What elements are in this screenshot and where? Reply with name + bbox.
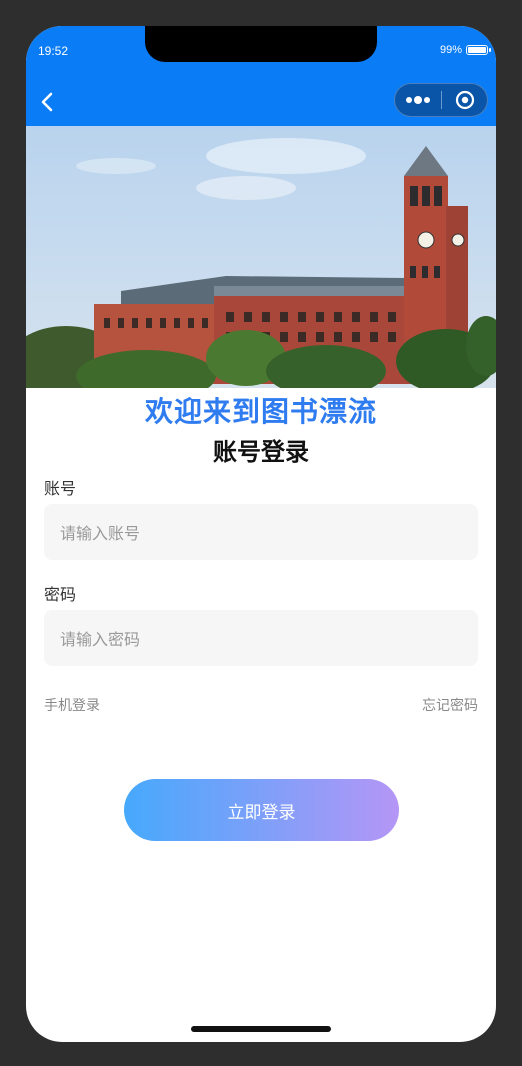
battery-percent: 99% (439, 44, 462, 56)
password-label: 密码 (44, 585, 77, 604)
forgot-password-link[interactable]: 忘记密码 (422, 695, 478, 715)
close-button[interactable] (442, 84, 487, 116)
chevron-left-icon[interactable] (36, 90, 60, 114)
more-dots-icon (406, 96, 430, 104)
home-indicator (191, 1026, 331, 1032)
password-input[interactable]: 请输入密码 (44, 610, 478, 666)
battery-indicator: 99% (439, 44, 491, 56)
phone-login-link[interactable]: 手机登录 (44, 695, 100, 715)
campus-building-illustration (26, 138, 496, 388)
account-input[interactable]: 请输入账号 (44, 504, 478, 560)
target-close-icon (455, 90, 474, 110)
more-button[interactable] (395, 84, 441, 116)
notch (145, 26, 377, 62)
mini-program-capsule (394, 83, 488, 117)
account-label: 账号 (44, 479, 77, 498)
page-title: 账号登录 (213, 438, 309, 466)
status-bar: 19:52 99% (26, 26, 496, 78)
welcome-title: 欢迎来到图书漂流 (144, 395, 377, 428)
campus-banner-image (26, 126, 496, 388)
battery-icon (466, 45, 491, 55)
status-time: 19:52 (38, 44, 69, 58)
nav-bar (26, 78, 496, 126)
login-button[interactable]: 立即登录 (124, 779, 399, 841)
phone-frame: 19:52 99% 欢迎来到图书漂流 账号登录 账号 请输入账号 密码 请输入密… (26, 26, 496, 1042)
